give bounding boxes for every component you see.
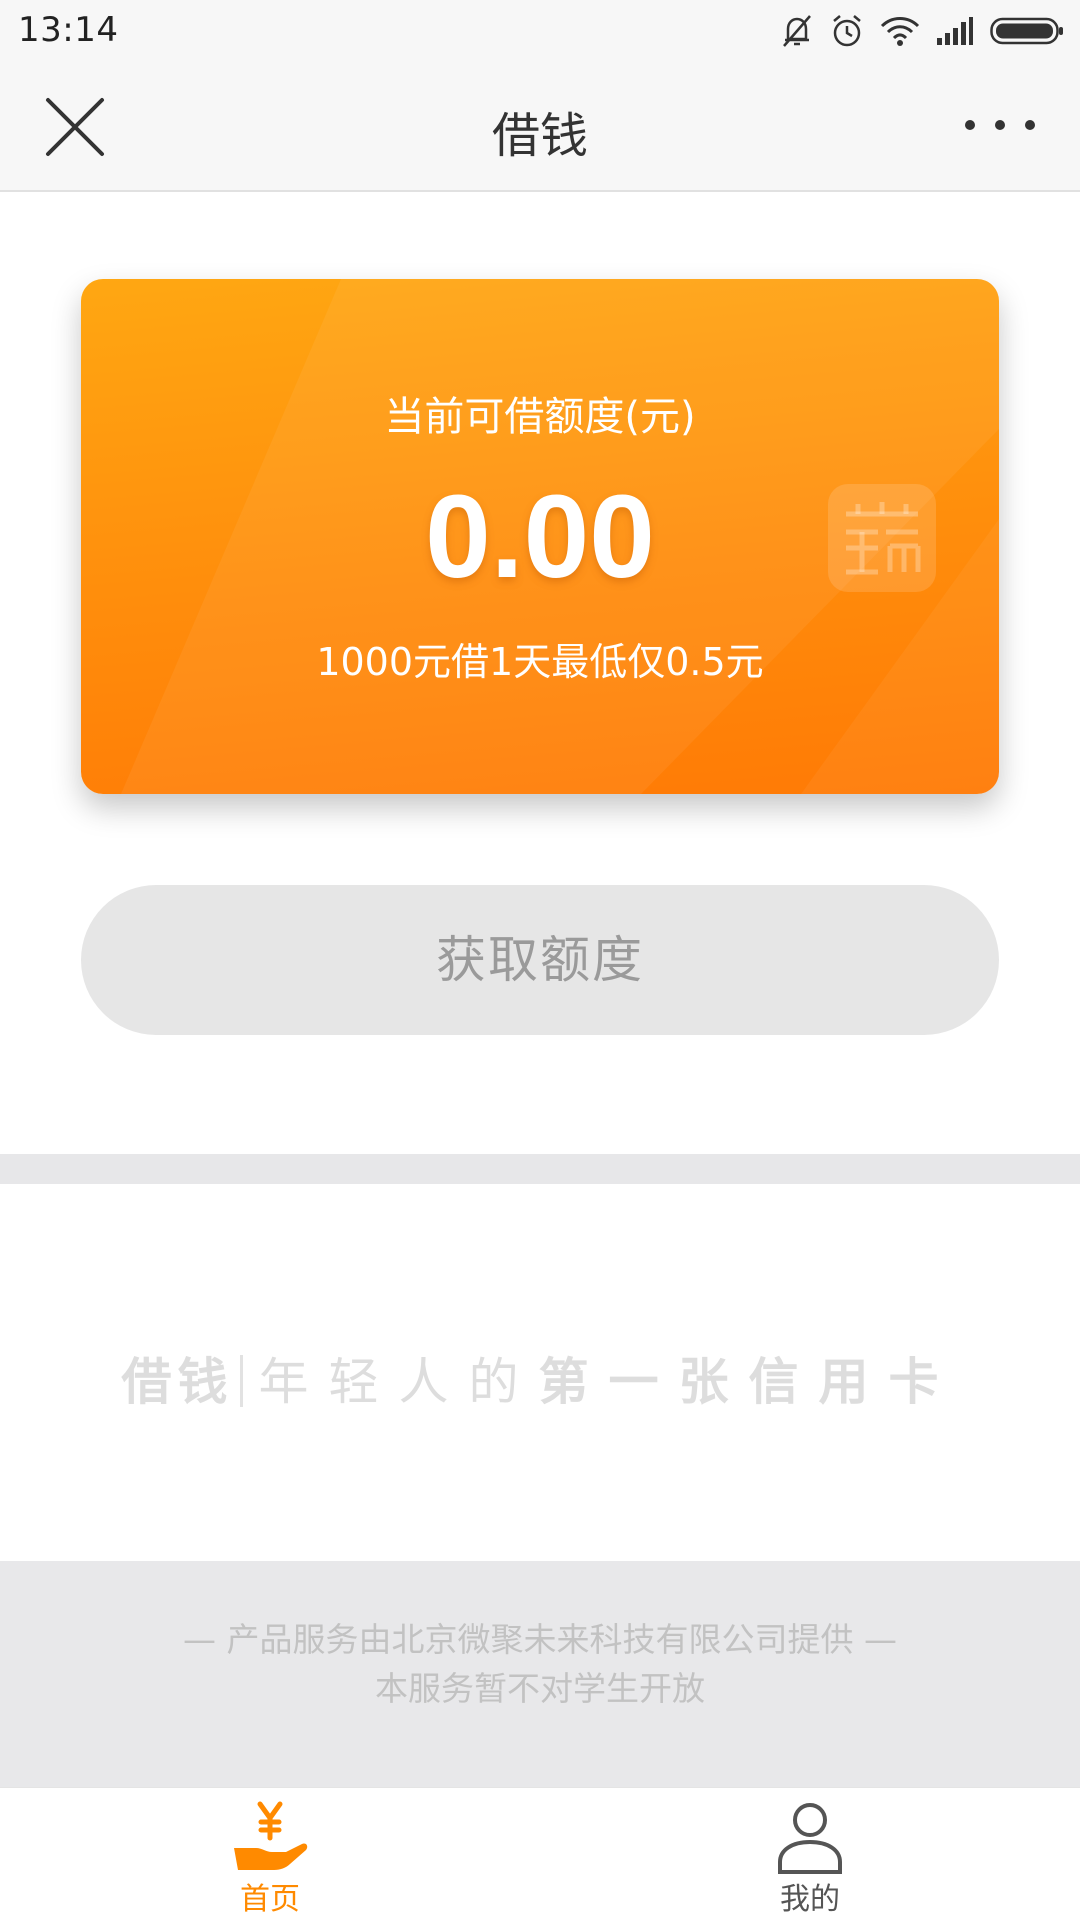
mute-bell-icon [780, 13, 814, 49]
person-icon [778, 1803, 842, 1874]
page-title: 借钱 [491, 108, 588, 164]
brand-logo-icon [828, 484, 936, 592]
loan-page: 13:14 借钱 当前可借额度(元) 0.00 1000元借1天最低仅0.5元 … [0, 0, 1080, 1920]
get-credit-button[interactable]: 获取额度 [81, 885, 999, 1035]
hand-yen-icon [234, 1801, 308, 1870]
slogan-part-2: 第一张信用卡 [538, 1353, 959, 1411]
slogan: 借钱 年轻人的第一张信用卡 [0, 1342, 1080, 1414]
more-icon [965, 120, 1035, 130]
student-notice: 本服务暂不对学生开放 [375, 1669, 705, 1708]
status-bar: 13:14 [0, 0, 1080, 62]
slogan-brand: 借钱 [121, 1353, 234, 1411]
tab-home-label: 首页 [240, 1882, 300, 1917]
tab-home[interactable]: 首页 [0, 1788, 540, 1920]
tab-bar: 首页 我的 [0, 1787, 1080, 1920]
tab-mine-label: 我的 [780, 1882, 840, 1917]
credit-limit-label: 当前可借额度(元) [384, 394, 696, 440]
credit-limit-card: 当前可借额度(元) 0.00 1000元借1天最低仅0.5元 [81, 279, 999, 794]
more-button[interactable] [960, 110, 1040, 140]
wifi-icon [880, 14, 920, 48]
signal-icon [936, 16, 974, 46]
tab-mine[interactable]: 我的 [540, 1788, 1080, 1920]
battery-icon [990, 16, 1064, 46]
section-divider [0, 1154, 1080, 1184]
footer-info: — 产品服务由北京微聚未来科技有限公司提供 — 本服务暂不对学生开放 [0, 1561, 1080, 1787]
navbar: 借钱 [0, 62, 1080, 192]
slogan-part-1: 年轻人的 [258, 1353, 539, 1411]
status-time: 13:14 [18, 10, 119, 50]
status-icons [780, 12, 1064, 50]
slogan-separator [239, 1355, 243, 1407]
provider-notice: — 产品服务由北京微聚未来科技有限公司提供 — [183, 1620, 897, 1659]
promo-text: 1000元借1天最低仅0.5元 [316, 640, 764, 684]
alarm-icon [830, 13, 864, 49]
